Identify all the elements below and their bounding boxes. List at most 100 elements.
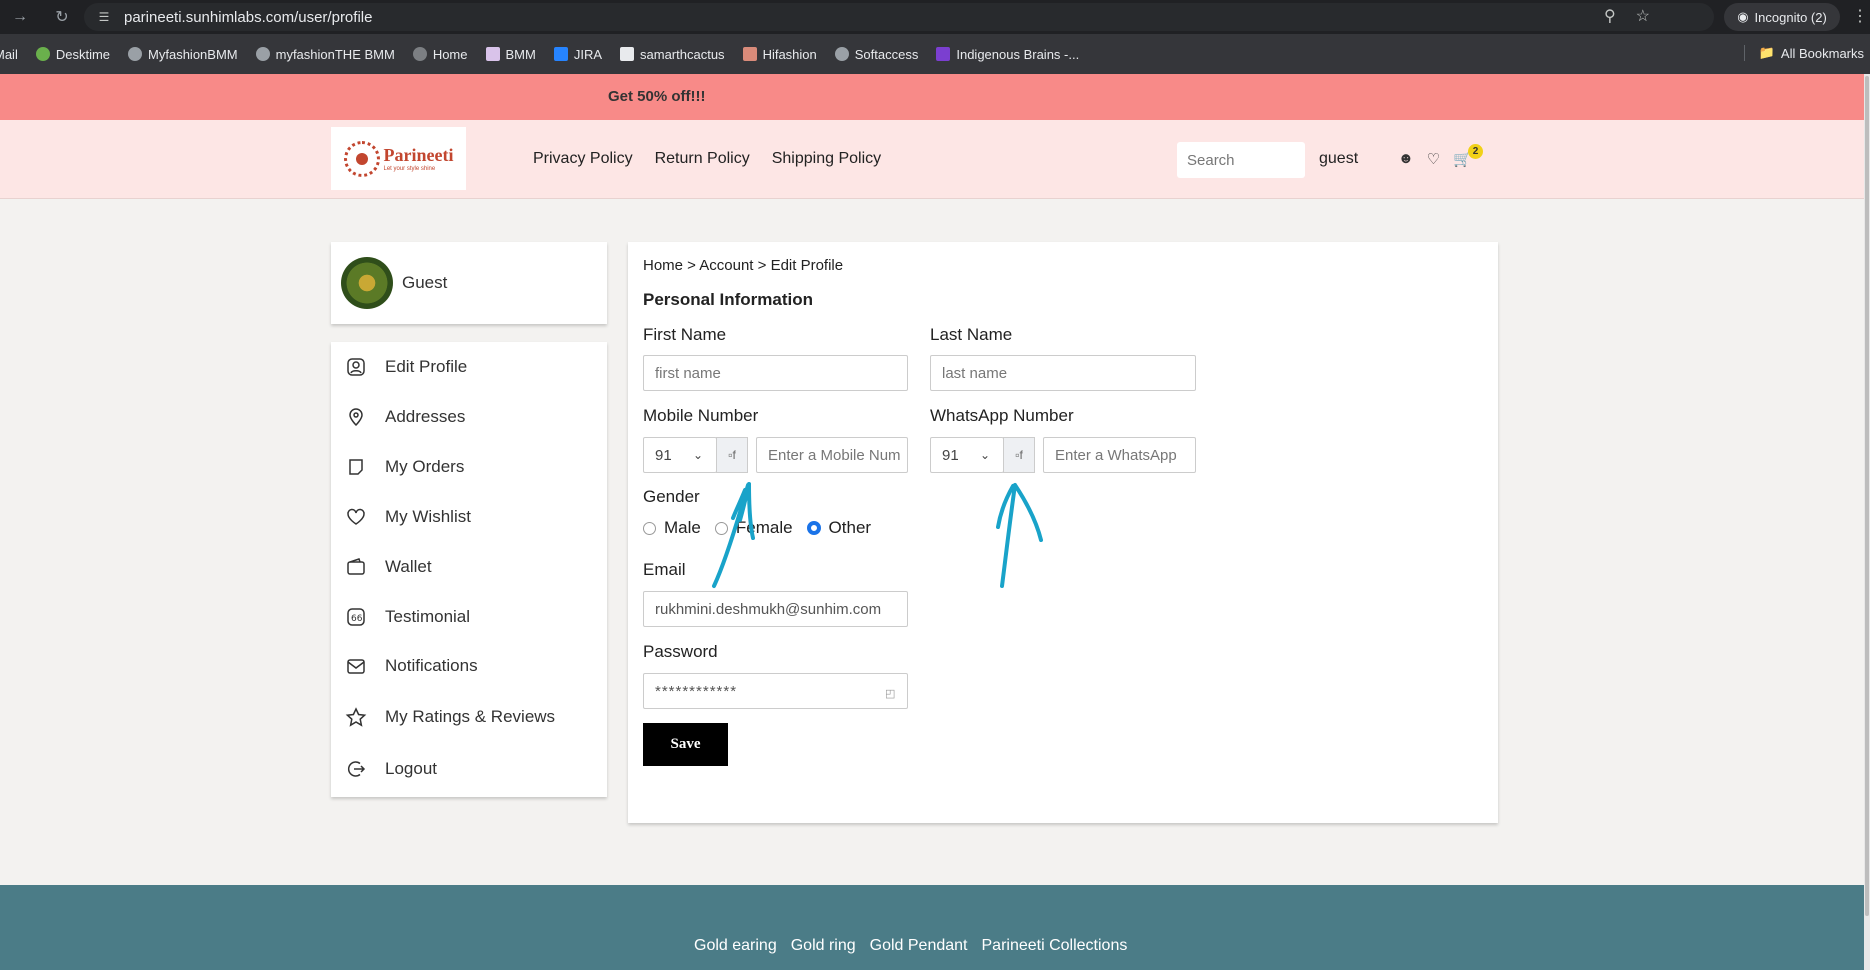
chevron-down-icon: ⌄ <box>693 448 704 462</box>
search-input[interactable] <box>1177 142 1305 178</box>
globe-icon <box>128 47 143 61</box>
first-name-label: First Name <box>643 325 727 344</box>
chevron-down-icon: ⌄ <box>980 448 991 462</box>
star-rating-icon <box>345 706 367 728</box>
feather-icon <box>936 47 951 61</box>
location-pin-icon <box>345 406 367 428</box>
nav-privacy-policy[interactable]: Privacy Policy <box>533 150 633 168</box>
footer-link-gold-earing[interactable]: Gold earing <box>694 937 777 955</box>
profile-name: Guest <box>402 273 448 292</box>
promo-banner: Get 50% off!!! <box>0 74 1870 120</box>
promo-text: Get 50% off!!! <box>608 88 706 105</box>
bookmark-item[interactable]: Softaccess <box>834 47 918 62</box>
password-label: Password <box>643 642 718 661</box>
user-icon <box>345 356 367 378</box>
edit-profile-card: Home > Account > Edit Profile Personal I… <box>628 242 1498 823</box>
mobile-number-label: Mobile Number <box>643 406 759 425</box>
reload-icon[interactable]: ↻ <box>48 3 76 31</box>
bookmark-item[interactable]: BMM <box>485 47 536 62</box>
quote-icon: 66 <box>345 606 367 628</box>
gender-other-radio[interactable] <box>806 521 821 535</box>
sidebar-item-ratings-reviews[interactable]: My Ratings & Reviews <box>345 706 555 728</box>
bookmark-item[interactable]: myfashionTHE BMM <box>255 47 395 62</box>
folder-icon: 📁 <box>1758 45 1775 60</box>
footer-link-gold-pendant[interactable]: Gold Pendant <box>870 937 968 955</box>
mobile-country-code-select[interactable]: 91 ⌄ <box>643 437 717 473</box>
mail-icon <box>345 655 367 677</box>
bookmark-item[interactable]: Desktime <box>35 47 110 62</box>
all-bookmarks[interactable]: 📁 All Bookmarks <box>1743 45 1864 61</box>
svg-text:66: 66 <box>351 614 363 624</box>
sidebar-item-my-wishlist[interactable]: My Wishlist <box>345 506 471 528</box>
sidebar-item-testimonial[interactable]: 66 Testimonial <box>345 606 470 628</box>
sidebar-item-notifications[interactable]: Notifications <box>345 655 478 677</box>
avatar <box>341 257 393 309</box>
wallet-icon <box>345 556 367 578</box>
hifashion-icon <box>742 47 757 61</box>
cart-count-badge: 2 <box>1468 144 1483 159</box>
profile-card: Guest <box>331 242 607 324</box>
nav-shipping-policy[interactable]: Shipping Policy <box>772 150 881 168</box>
user-icon[interactable]: ☻ <box>1398 150 1414 168</box>
kebab-icon[interactable]: ⋮ <box>1852 6 1868 26</box>
cactus-icon <box>620 47 635 61</box>
heart-icon[interactable]: ♡ <box>1427 150 1440 168</box>
sidebar-item-edit-profile[interactable]: Edit Profile <box>345 356 467 378</box>
gender-radio-group: Male Female Other <box>643 518 871 538</box>
sidebar-item-addresses[interactable]: Addresses <box>345 406 465 428</box>
first-name-field[interactable] <box>643 355 908 391</box>
footer-link-parineeti-collections[interactable]: Parineeti Collections <box>982 937 1128 955</box>
address-bar[interactable]: ☰ parineeti.sunhimlabs.com/user/profile <box>84 3 1714 31</box>
bookmark-item[interactable]: JIRA <box>553 47 602 62</box>
bookmark-item[interactable]: MyfashionBMM <box>128 47 238 62</box>
url-text[interactable]: parineeti.sunhimlabs.com/user/profile <box>124 9 372 26</box>
site-logo[interactable]: Parineeti Let your style shine <box>331 127 466 190</box>
incognito-icon: ◉ <box>1737 9 1749 24</box>
breadcrumb: Home > Account > Edit Profile <box>643 257 844 274</box>
arrow-right-icon[interactable]: → <box>6 3 34 31</box>
sidebar-item-wallet[interactable]: Wallet <box>345 556 432 578</box>
sidebar-item-logout[interactable]: Logout <box>345 758 437 780</box>
email-label: Email <box>643 560 686 579</box>
bmm-icon <box>485 47 500 61</box>
nav-return-policy[interactable]: Return Policy <box>655 150 750 168</box>
browser-toolbar: → ↻ ☰ parineeti.sunhimlabs.com/user/prof… <box>0 0 1870 34</box>
save-button[interactable]: Save <box>643 723 728 766</box>
whatsapp-number-label: WhatsApp Number <box>930 406 1074 425</box>
site-header: Parineeti Let your style shine Privacy P… <box>0 120 1870 199</box>
whatsapp-number-input[interactable] <box>1043 437 1196 473</box>
globe-icon <box>412 47 427 61</box>
incognito-button[interactable]: ◉ Incognito (2) <box>1724 3 1840 31</box>
gender-male-radio[interactable] <box>643 521 656 535</box>
orders-icon <box>345 456 367 478</box>
gender-female-radio[interactable] <box>714 521 728 535</box>
bookmark-item[interactable]: Hifashion <box>742 47 817 62</box>
site-footer: Gold earing Gold ring Gold Pendant Parin… <box>0 885 1870 970</box>
tune-icon[interactable]: ☰ <box>90 3 118 31</box>
globe-icon <box>255 47 270 61</box>
mobile-flag-image: ▫ f <box>716 437 748 473</box>
desktime-icon <box>35 47 50 61</box>
page-scrollbar[interactable] <box>1864 74 1870 970</box>
last-name-field[interactable] <box>930 355 1196 391</box>
heart-icon <box>345 506 367 528</box>
eye-off-icon[interactable]: ◰ <box>885 687 895 700</box>
section-title: Personal Information <box>643 290 814 309</box>
gender-label: Gender <box>643 487 700 506</box>
jira-icon <box>553 47 568 61</box>
footer-link-gold-ring[interactable]: Gold ring <box>791 937 856 955</box>
star-icon[interactable]: ☆ <box>1636 6 1650 26</box>
bookmark-item[interactable]: Indigenous Brains -... <box>936 47 1079 62</box>
mobile-number-input[interactable] <box>756 437 908 473</box>
bookmark-item[interactable]: Home <box>412 47 468 62</box>
email-field[interactable] <box>643 591 908 627</box>
zoom-icon[interactable]: ⚲ <box>1604 6 1616 26</box>
bookmark-item[interactable]: Mail <box>0 47 18 62</box>
logout-icon <box>345 758 367 780</box>
whatsapp-country-code-select[interactable]: 91 ⌄ <box>930 437 1004 473</box>
user-label: guest <box>1319 150 1359 167</box>
sidebar-item-my-orders[interactable]: My Orders <box>345 456 464 478</box>
bookmark-item[interactable]: samarthcactus <box>620 47 725 62</box>
password-field[interactable] <box>643 673 908 709</box>
account-sidebar: Edit Profile Addresses My Orders My Wish… <box>331 342 607 797</box>
